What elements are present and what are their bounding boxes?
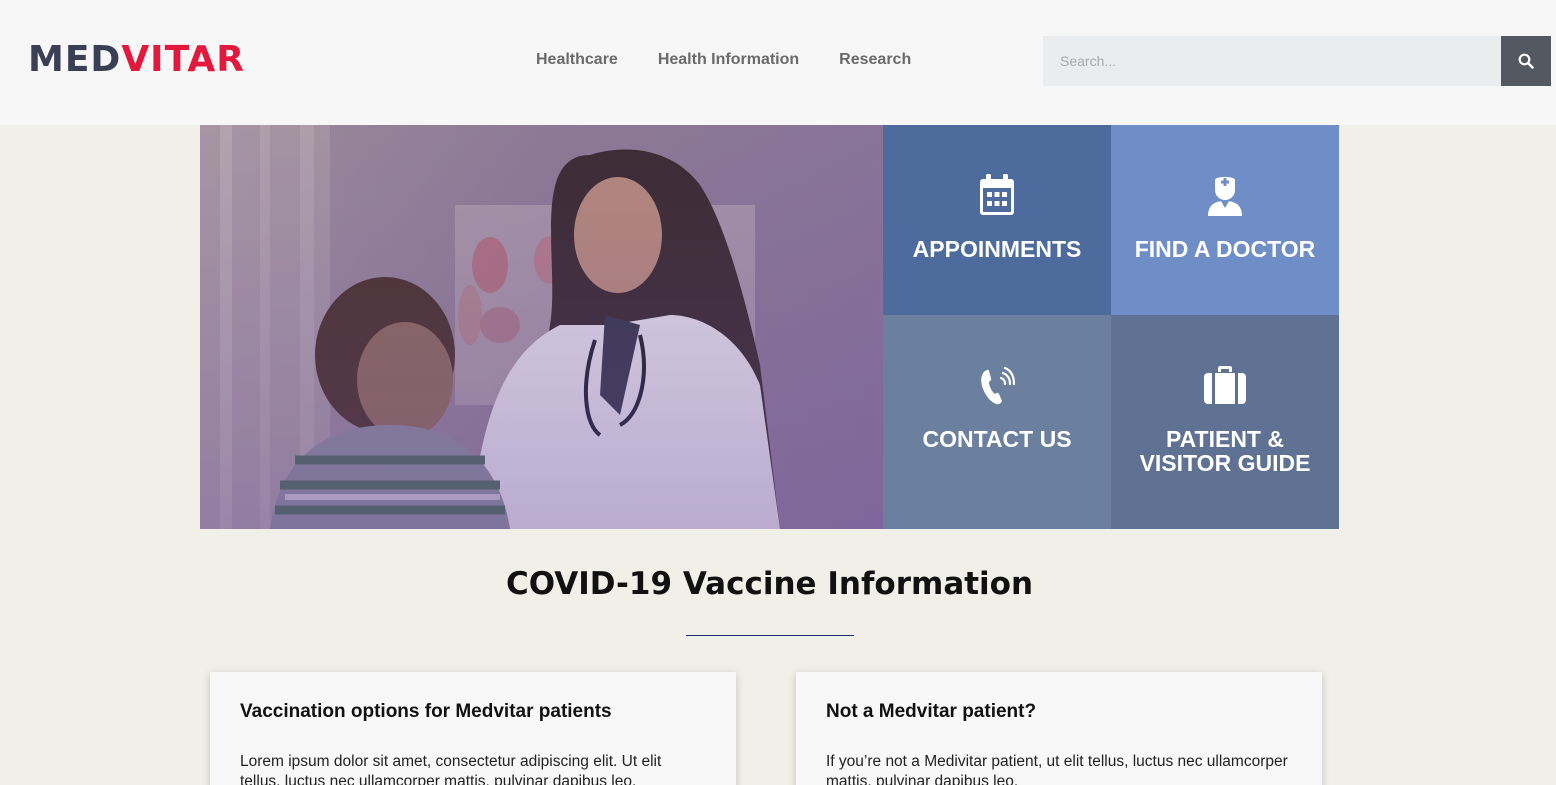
card-title: Vaccination options for Medvitar patient… <box>240 701 612 722</box>
tile-patient-guide-label: PATIENT & VISITOR GUIDE <box>1139 426 1311 476</box>
tile-find-doctor-label: FIND A DOCTOR <box>1134 236 1316 262</box>
tile-contact-us-label: CONTACT US <box>922 426 1072 452</box>
phone-icon <box>981 366 1015 405</box>
tile-contact-us[interactable]: CONTACT US <box>883 315 1111 529</box>
search-input[interactable] <box>1043 36 1501 86</box>
card-title: Not a Medvitar patient? <box>826 701 1037 722</box>
card-non-patients: Not a Medvitar patient? If you’re not a … <box>796 672 1322 785</box>
search-button[interactable] <box>1501 36 1551 86</box>
hero-image <box>200 125 883 529</box>
logo-part-2: VITAR <box>121 39 245 80</box>
doctor-icon <box>1208 177 1242 216</box>
doctor-child-photo <box>200 125 883 529</box>
tile-appointments-label: APPOINMENTS <box>912 236 1082 262</box>
medvitar-logo[interactable]: MEDVITAR <box>28 40 245 80</box>
section-divider <box>686 635 854 636</box>
calendar-icon <box>980 174 1014 215</box>
card-body: Lorem ipsum dolor sit amet, consectetur … <box>240 753 662 785</box>
card-medvitar-patients: Vaccination options for Medvitar patient… <box>210 672 736 785</box>
search-icon <box>1518 53 1534 69</box>
tile-patient-guide[interactable]: PATIENT & VISITOR GUIDE <box>1111 315 1339 529</box>
section-title: COVID-19 Vaccine Information <box>505 566 1034 602</box>
nav-healthcare[interactable]: Healthcare <box>536 50 618 70</box>
tile-find-doctor[interactable]: FIND A DOCTOR <box>1111 125 1339 315</box>
search-bar <box>1043 36 1551 86</box>
logo-part-1: MED <box>28 39 122 80</box>
site-header: MEDVITAR Healthcare Health Information R… <box>0 0 1556 125</box>
briefcase-icon <box>1204 366 1246 404</box>
nav-health-information[interactable]: Health Information <box>658 50 799 70</box>
main-nav: Healthcare Health Information Research <box>536 50 911 70</box>
card-body: If you’re not a Medivitar patient, ut el… <box>826 753 1288 785</box>
nav-research[interactable]: Research <box>839 50 911 70</box>
quick-links: APPOINMENTS FIND A DOCTOR CONTACT US PAT… <box>883 125 1339 529</box>
tile-appointments[interactable]: APPOINMENTS <box>883 125 1111 315</box>
